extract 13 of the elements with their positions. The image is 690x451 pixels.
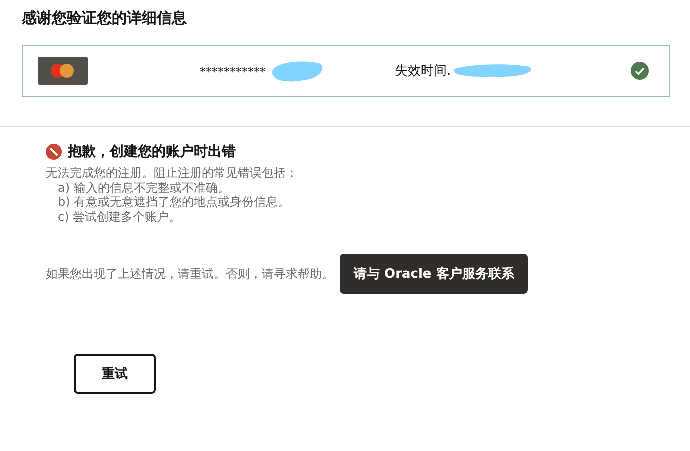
help-text: 如果您出现了上述情况，请重试。否则，请寻求帮助。	[46, 266, 334, 282]
error-reason: b) 有意或无意遮挡了您的地点或身份信息。	[58, 195, 292, 210]
error-description: 无法完成您的注册。阻止注册的常见错误包括：	[46, 166, 299, 180]
card-number: ***********	[200, 65, 266, 79]
retry-button[interactable]: 重试	[74, 354, 156, 394]
error-icon	[46, 144, 62, 160]
contact-support-button[interactable]: 请与 Oracle 客户服务联系	[340, 254, 528, 294]
error-heading: 抱歉，创建您的账户时出错	[68, 143, 236, 161]
expiry-label: 失效时间.	[395, 63, 452, 80]
page-title: 感谢您验证您的详细信息	[21, 8, 188, 28]
card-logo-icon	[38, 57, 88, 85]
error-reason: c) 尝试创建多个账户。	[58, 210, 182, 224]
error-reason: a) 输入的信息不完整或不准确。	[58, 180, 231, 195]
